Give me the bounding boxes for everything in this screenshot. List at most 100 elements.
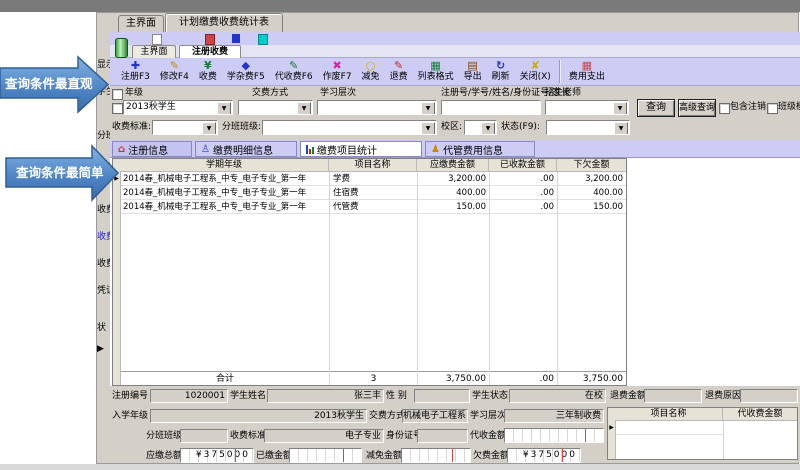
class-field[interactable] xyxy=(180,429,228,443)
subtab-payment-item-stats[interactable]: 缴费项目统计 xyxy=(300,141,422,157)
fee-standard-detail-label: 收费标准 xyxy=(230,431,266,442)
row-marker-icon: ▶ xyxy=(97,344,104,354)
grade-filter-checkbox[interactable] xyxy=(112,103,123,114)
page-icon xyxy=(152,34,162,45)
bar-chart-icon xyxy=(306,144,314,154)
total-due-field[interactable]: ¥375000 xyxy=(180,448,254,463)
campus-label: 校区: xyxy=(441,122,462,133)
subtab-registration-info[interactable]: ⌂ 注册信息 xyxy=(112,141,192,157)
id-no-field[interactable] xyxy=(417,429,468,443)
export-button[interactable]: ▤导出 xyxy=(459,58,487,85)
col-header-paid: 已收款金额 xyxy=(489,159,557,172)
include-cancelled-label: 包含注销 xyxy=(730,102,766,113)
student-name-field[interactable]: 张三丰 xyxy=(267,389,384,403)
toolbar-separator xyxy=(559,60,561,83)
refund-button[interactable]: ✎退费 xyxy=(385,58,413,85)
register-icon: ✚ xyxy=(131,59,140,72)
refresh-icon: ↻ xyxy=(496,59,505,72)
tuition-fee-button[interactable]: ◆学杂费F5 xyxy=(222,58,270,85)
reg-no-label: 注册编号 xyxy=(112,391,148,402)
inner-tab-register-fee[interactable]: 注册收费 xyxy=(179,45,241,58)
agency-fee-button[interactable]: ✎代收费F6 xyxy=(270,58,318,85)
register-button[interactable]: ✚注册F3 xyxy=(116,58,155,85)
callout-arrow-bottom: 查询条件最简单 xyxy=(4,144,120,202)
agency-amount-field[interactable] xyxy=(504,428,604,443)
callout-arrow-top: 查询条件最直观 xyxy=(0,54,110,114)
grade-combo[interactable]: 2013秋学生 xyxy=(123,100,233,115)
col-header-term: 学期年级 xyxy=(120,159,329,172)
tuition-fee-icon: ◆ xyxy=(242,59,250,72)
person-icon: ♙ xyxy=(201,144,210,155)
recruiter-label: 招生老师 xyxy=(545,88,581,99)
fee-standard-field[interactable]: 电子专业 xyxy=(264,429,384,443)
class-fuzzy-label: 班级模糊 xyxy=(778,102,800,113)
class-detail-label: 分班班级 xyxy=(146,431,182,442)
list-format-button[interactable]: ▦列表格式 xyxy=(413,58,459,85)
status-combo[interactable] xyxy=(546,120,630,135)
campus-combo[interactable] xyxy=(464,120,497,135)
class-fuzzy-checkbox[interactable] xyxy=(767,103,778,114)
screenshot-root: { "colors":{"desktop_bar":"#7a7a7a","xp_… xyxy=(0,0,800,470)
enroll-grade-field[interactable]: 2013秋学生 xyxy=(150,409,367,423)
advanced-query-button[interactable]: 高级查询 xyxy=(678,99,716,117)
collect-fee-icon: ¥ xyxy=(204,59,212,72)
pay-method-field[interactable]: 机械电子工程系 xyxy=(402,409,468,423)
edit-button[interactable]: ✎修改F4 xyxy=(155,58,194,85)
agency-fee-table: 项目名称 代收费金额 ▶ xyxy=(607,407,798,460)
screen-icon xyxy=(258,34,268,45)
expense-icon: ▦ xyxy=(582,59,592,72)
student-status-field[interactable]: 在校 xyxy=(509,389,606,403)
palette-icon xyxy=(205,34,215,45)
plus-icon xyxy=(232,34,240,43)
void-button[interactable]: ✖作废F7 xyxy=(318,58,357,85)
recruiter-combo[interactable] xyxy=(545,100,629,115)
col-header-due: 应缴费金额 xyxy=(417,159,489,172)
waive-button[interactable]: ○减免 xyxy=(357,58,385,85)
grade-label: 年级 xyxy=(125,88,143,99)
waive-icon: ○ xyxy=(366,59,376,72)
status-filter-label: 状态(F9): xyxy=(501,122,540,133)
paid-amount-field[interactable] xyxy=(289,448,362,463)
student-name-label: 学生姓名 xyxy=(230,391,266,402)
enroll-grade-label: 入学年级 xyxy=(112,411,148,422)
desktop-top-bar xyxy=(0,0,800,12)
tab-planned-fee-statistics[interactable]: 计划缴费收费统计表 xyxy=(165,13,283,32)
people-icon: ♟ xyxy=(431,144,440,155)
fee-items-table: 学期年级 项目名称 应缴费金额 已收款金额 下欠金额 ▶ 2014春_机械电子工… xyxy=(112,158,627,386)
page-bottom-strip xyxy=(0,464,800,470)
col-header-item: 项目名称 xyxy=(329,159,417,172)
class-combo[interactable] xyxy=(262,120,437,135)
refund-reason-field[interactable] xyxy=(740,389,798,403)
list-format-icon: ▦ xyxy=(430,59,440,72)
refresh-button[interactable]: ↻刷新 xyxy=(487,58,515,85)
fee-standard-combo[interactable] xyxy=(152,120,218,135)
pay-method-combo[interactable] xyxy=(238,100,313,115)
class-filter-label: 分班班级: xyxy=(222,122,261,133)
query-button[interactable]: 查询 xyxy=(637,99,675,117)
toolbar: ✚注册F3 ✎修改F4 ¥收费 ◆学杂费F5 ✎代收费F6 ✖作废F7 ○减免 … xyxy=(110,58,800,86)
background-label: 状 xyxy=(97,320,106,333)
include-cancelled-checkbox[interactable] xyxy=(719,103,730,114)
reg-no-field[interactable]: 1020001 xyxy=(150,389,228,403)
waived-amount-field[interactable] xyxy=(401,448,471,463)
study-level-field[interactable]: 三年制收费 xyxy=(504,409,604,423)
table-row[interactable] xyxy=(616,421,723,435)
void-icon: ✖ xyxy=(332,59,341,72)
grade-checkbox[interactable] xyxy=(112,89,123,100)
owed-amount-field[interactable]: ¥375000 xyxy=(507,448,581,463)
collect-fee-button[interactable]: ¥收费 xyxy=(194,58,222,85)
tab-main-interface[interactable]: 主界面 xyxy=(118,15,164,32)
study-level-combo[interactable] xyxy=(317,100,437,115)
close-button[interactable]: ✘关闭(X) xyxy=(515,58,556,85)
pay-method-label: 交费方式 xyxy=(252,88,288,99)
agency-amount-label: 代收金额 xyxy=(470,431,506,442)
expense-button[interactable]: ▦费用支出 xyxy=(564,58,610,85)
search-input[interactable] xyxy=(441,100,541,115)
subtab-payment-detail[interactable]: ♙ 缴费明细信息 xyxy=(195,141,297,157)
app-icon xyxy=(115,38,128,58)
subtab-agency-fee-info[interactable]: ♟ 代管费用信息 xyxy=(425,141,535,157)
gender-field[interactable] xyxy=(414,389,470,403)
refund-amount-field[interactable] xyxy=(644,389,702,403)
inner-tab-main[interactable]: 主界面 xyxy=(132,45,176,58)
pay-method-detail-label: 交费方式 xyxy=(369,411,405,422)
